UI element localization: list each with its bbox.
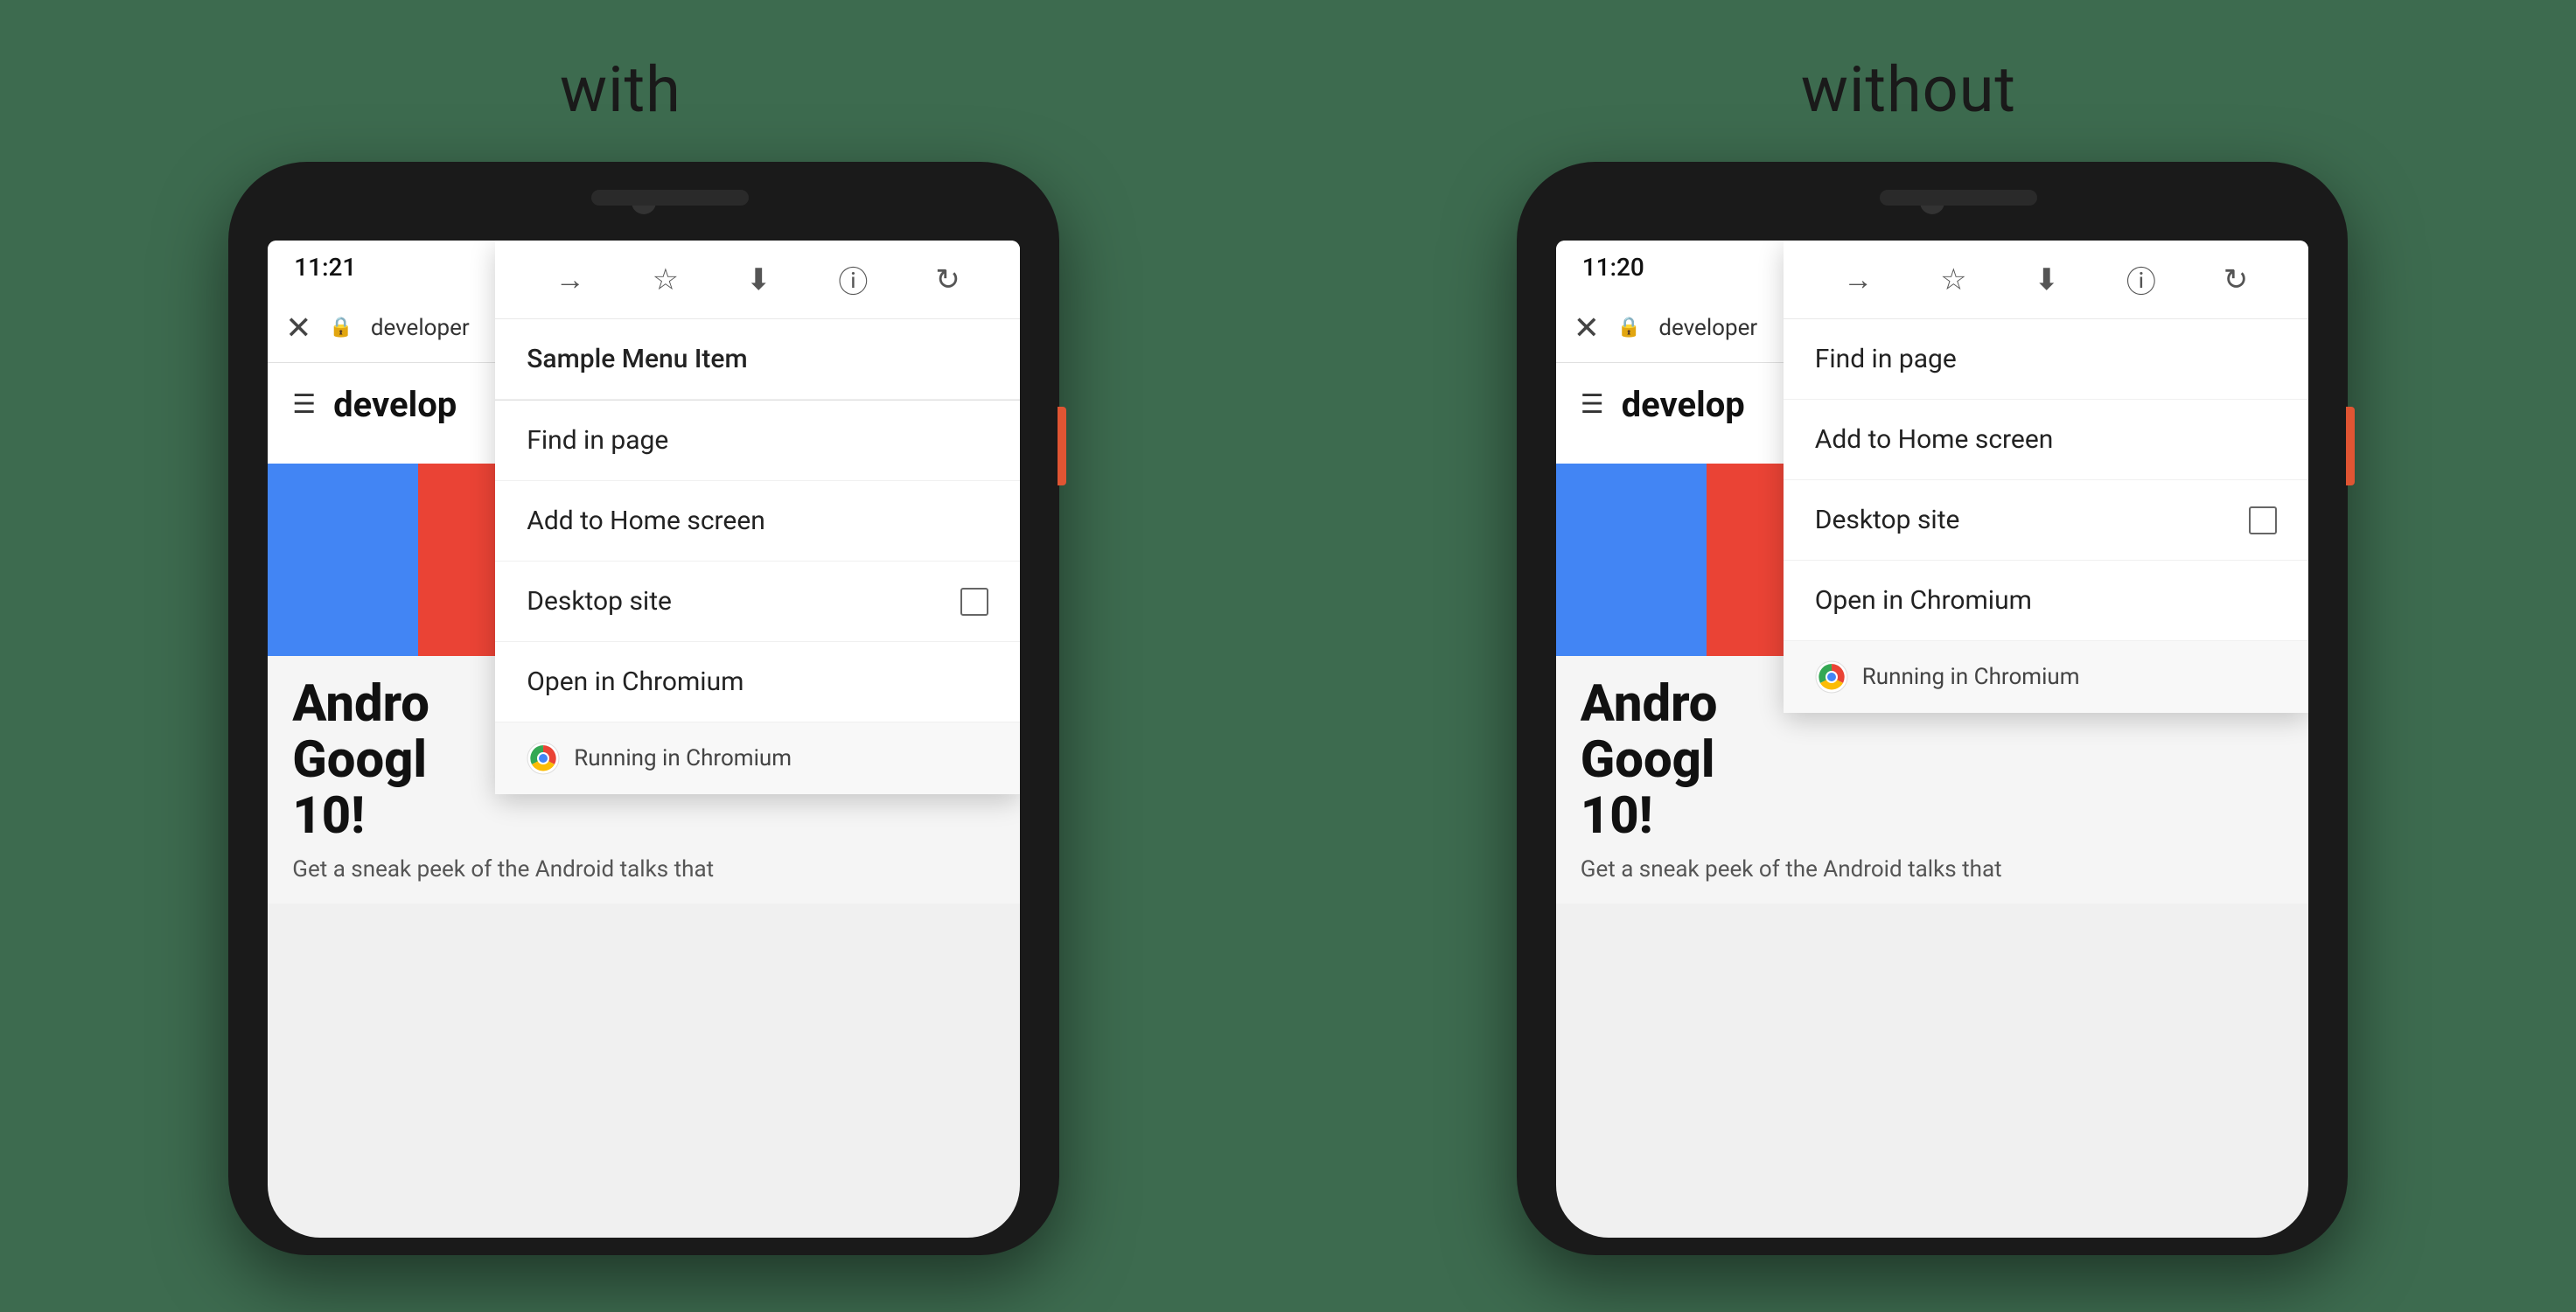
with-label: with xyxy=(560,52,681,127)
side-button-left xyxy=(1058,407,1066,485)
info-icon-left[interactable]: ⓘ xyxy=(838,258,868,301)
bar-blue-left xyxy=(268,464,418,656)
hamburger-icon-left[interactable]: ☰ xyxy=(292,389,316,420)
dropdown-footer-left: Running in Chromium xyxy=(495,722,1020,794)
menu-item-home-left[interactable]: Add to Home screen xyxy=(495,481,1020,562)
android-subtitle-left: Get a sneak peek of the Android talks th… xyxy=(292,856,995,883)
android-subtitle-right: Get a sneak peek of the Android talks th… xyxy=(1581,856,2284,883)
close-icon-left[interactable]: ✕ xyxy=(285,310,311,346)
refresh-icon-left[interactable]: ↻ xyxy=(935,262,960,297)
dropdown-menu-left[interactable]: → ☆ ⬇ ⓘ ↻ Sample Menu Item Find in page xyxy=(495,241,1020,794)
chromium-text-right: Running in Chromium xyxy=(1862,664,2080,690)
menu-item-open-left[interactable]: Open in Chromium xyxy=(495,642,1020,722)
menu-item-open-right[interactable]: Open in Chromium xyxy=(1784,561,2308,641)
phone-screen-left: 11:21 ▾ ▲ ▮ ✕ 🔒 developer ☰ xyxy=(268,241,1020,1238)
web-logo-right: develop xyxy=(1622,384,1745,425)
phone-left: 11:21 ▾ ▲ ▮ ✕ 🔒 developer ☰ xyxy=(228,162,1059,1255)
lock-icon-right: 🔒 xyxy=(1617,317,1641,338)
web-logo-left: develop xyxy=(333,384,457,425)
hamburger-icon-right[interactable]: ☰ xyxy=(1581,389,1604,420)
chromium-icon-left xyxy=(527,742,560,775)
desktop-checkbox-right[interactable] xyxy=(2249,506,2277,534)
dropdown-toolbar-right: → ☆ ⬇ ⓘ ↻ xyxy=(1784,241,2308,319)
phone-screen-right: 11:20 ▾ ▲ ▮ ✕ 🔒 developer ☰ xyxy=(1556,241,2308,1238)
close-icon-right[interactable]: ✕ xyxy=(1574,310,1600,346)
dropdown-toolbar-left: → ☆ ⬇ ⓘ ↻ xyxy=(495,241,1020,319)
chromium-icon-right xyxy=(1815,660,1848,694)
side-button-right xyxy=(2346,407,2355,485)
bookmark-icon-left[interactable]: ☆ xyxy=(653,262,679,297)
labels-row: with without xyxy=(0,0,2576,162)
refresh-icon-right[interactable]: ↻ xyxy=(2223,262,2249,297)
bar-blue-right xyxy=(1556,464,1707,656)
phone-right: 11:20 ▾ ▲ ▮ ✕ 🔒 developer ☰ xyxy=(1517,162,2348,1255)
menu-item-home-right[interactable]: Add to Home screen xyxy=(1784,400,2308,480)
menu-item-desktop-right[interactable]: Desktop site xyxy=(1784,480,2308,561)
phones-row: 11:21 ▾ ▲ ▮ ✕ 🔒 developer ☰ xyxy=(0,162,2576,1255)
menu-item-desktop-left[interactable]: Desktop site xyxy=(495,562,1020,642)
time-left: 11:21 xyxy=(294,253,356,282)
speaker-right xyxy=(1880,190,2037,206)
phone-top-bar-right xyxy=(1517,162,2348,241)
dropdown-menu-right[interactable]: → ☆ ⬇ ⓘ ↻ Find in page Add to Home scree… xyxy=(1784,241,2308,713)
bookmark-icon-right[interactable]: ☆ xyxy=(1940,262,1966,297)
menu-item-sample[interactable]: Sample Menu Item xyxy=(495,319,1020,400)
lock-icon-left: 🔒 xyxy=(329,317,353,338)
speaker-left xyxy=(591,190,749,206)
time-right: 11:20 xyxy=(1582,253,1644,282)
phone-top-bar-left xyxy=(228,162,1059,241)
chromium-text-left: Running in Chromium xyxy=(574,745,792,771)
info-icon-right[interactable]: ⓘ xyxy=(2126,258,2156,301)
forward-icon-right[interactable]: → xyxy=(1843,262,1873,297)
without-label: without xyxy=(1801,52,2016,127)
download-icon-right[interactable]: ⬇ xyxy=(2034,262,2059,297)
desktop-checkbox-left[interactable] xyxy=(960,588,988,616)
menu-item-find-right[interactable]: Find in page xyxy=(1784,319,2308,400)
dropdown-footer-right: Running in Chromium xyxy=(1784,641,2308,713)
menu-item-find-left[interactable]: Find in page xyxy=(495,401,1020,481)
download-icon-left[interactable]: ⬇ xyxy=(746,262,771,297)
forward-icon-left[interactable]: → xyxy=(555,262,585,297)
